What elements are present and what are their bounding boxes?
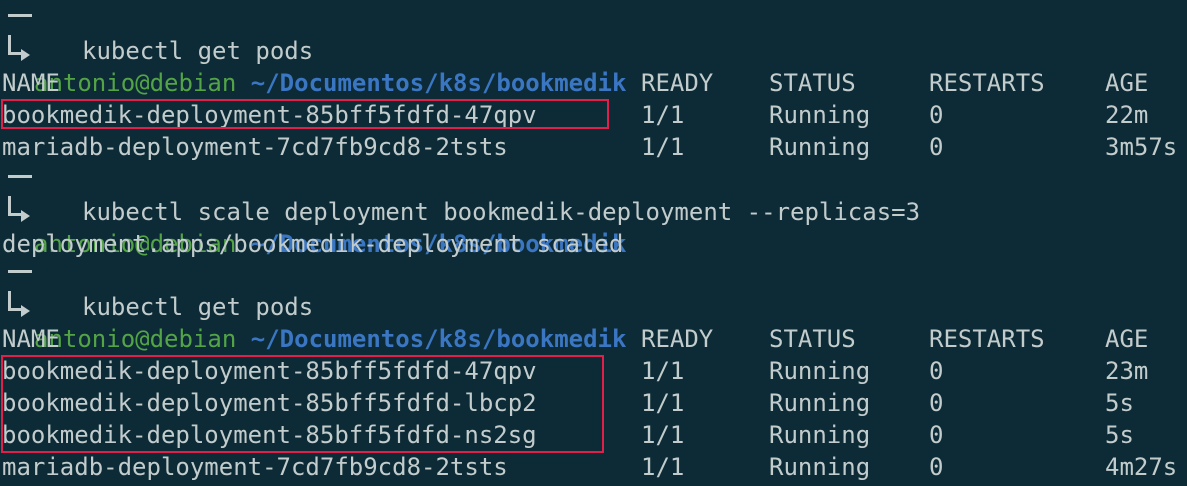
prompt-line-3: antonio@debian ~/Documentos/k8s/bookmedi…	[0, 259, 626, 353]
command-text: kubectl scale deployment bookmedik-deplo…	[82, 198, 921, 226]
prompt-corner-top	[8, 270, 32, 273]
pod-restarts: 0	[929, 101, 944, 129]
pod-name: mariadb-deployment-7cd7fb9cd8-2tsts	[2, 133, 508, 161]
pod-age: 3m57s	[1105, 133, 1178, 161]
pod-ready: 1/1	[641, 421, 685, 449]
pod-restarts: 0	[929, 421, 944, 449]
header-age: AGE	[1105, 325, 1149, 353]
pod-status: Running	[769, 133, 871, 161]
header-status: STATUS	[769, 69, 856, 97]
pod-age: 23m	[1105, 357, 1149, 385]
pod-restarts: 0	[929, 133, 944, 161]
command-line-1: kubectl get pods	[0, 35, 313, 67]
pod-ready: 1/1	[641, 133, 685, 161]
pod-age: 5s	[1105, 389, 1134, 417]
prompt-path: ~/Documentos/k8s/bookmedik	[250, 325, 627, 353]
prompt-at: @	[135, 325, 150, 353]
pod-age: 4m27s	[1105, 453, 1178, 481]
prompt-corner-icon	[8, 196, 22, 216]
header-ready: READY	[641, 325, 714, 353]
pod-status: Running	[769, 389, 871, 417]
highlight-box-1	[1, 99, 609, 129]
command-line-3: kubectl get pods	[0, 291, 313, 323]
prompt-corner-icon	[8, 291, 22, 311]
prompt-line-1: antonio@debian ~/Documentos/k8s/bookmedi…	[0, 3, 626, 97]
prompt-arrow-icon	[21, 305, 30, 317]
header-restarts: RESTARTS	[929, 325, 1045, 353]
prompt-host: debian	[149, 69, 237, 97]
pod-name: mariadb-deployment-7cd7fb9cd8-2tsts	[2, 453, 508, 481]
prompt-corner-top	[8, 14, 32, 17]
header-age: AGE	[1105, 69, 1149, 97]
header-name: NAME	[2, 325, 60, 353]
header-ready: READY	[641, 69, 714, 97]
pod-age: 5s	[1105, 421, 1134, 449]
command-line-2: kubectl scale deployment bookmedik-deplo…	[0, 196, 920, 228]
pod-ready: 1/1	[641, 101, 685, 129]
prompt-arrow-icon	[21, 49, 30, 61]
pod-restarts: 0	[929, 357, 944, 385]
command-text: kubectl get pods	[82, 37, 314, 65]
prompt-corner-top	[8, 175, 32, 178]
pod-age: 22m	[1105, 101, 1149, 129]
prompt-arrow-icon	[21, 210, 30, 222]
header-name: NAME	[2, 69, 60, 97]
command-text: kubectl get pods	[82, 293, 314, 321]
prompt-path: ~/Documentos/k8s/bookmedik	[250, 69, 627, 97]
pod-status: Running	[769, 357, 871, 385]
highlight-box-2	[1, 355, 604, 453]
header-status: STATUS	[769, 325, 856, 353]
header-restarts: RESTARTS	[929, 69, 1045, 97]
pod-restarts: 0	[929, 389, 944, 417]
prompt-host: debian	[149, 325, 237, 353]
pod-status: Running	[769, 101, 871, 129]
prompt-line-2: antonio@debian ~/Documentos/k8s/bookmedi…	[0, 164, 626, 258]
pod-restarts: 0	[929, 453, 944, 481]
pod-ready: 1/1	[641, 453, 685, 481]
pod-status: Running	[769, 453, 871, 481]
pod-ready: 1/1	[641, 357, 685, 385]
prompt-corner-icon	[8, 35, 22, 55]
command-output: deployment.apps/bookmedik-deployment sca…	[2, 230, 624, 258]
pod-status: Running	[769, 421, 871, 449]
prompt-at: @	[135, 69, 150, 97]
terminal-window[interactable]: antonio@debian ~/Documentos/k8s/bookmedi…	[0, 0, 1187, 486]
pod-ready: 1/1	[641, 389, 685, 417]
